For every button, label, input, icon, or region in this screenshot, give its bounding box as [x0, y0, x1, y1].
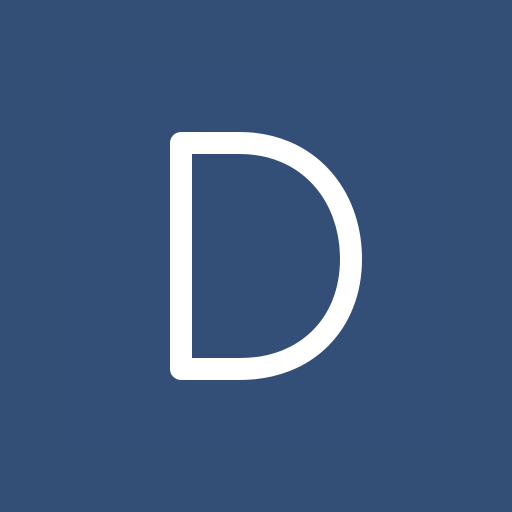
app-icon-tile: [0, 0, 512, 512]
letter-d-path: [170, 132, 362, 380]
letter-d-logo-icon: [170, 132, 362, 380]
